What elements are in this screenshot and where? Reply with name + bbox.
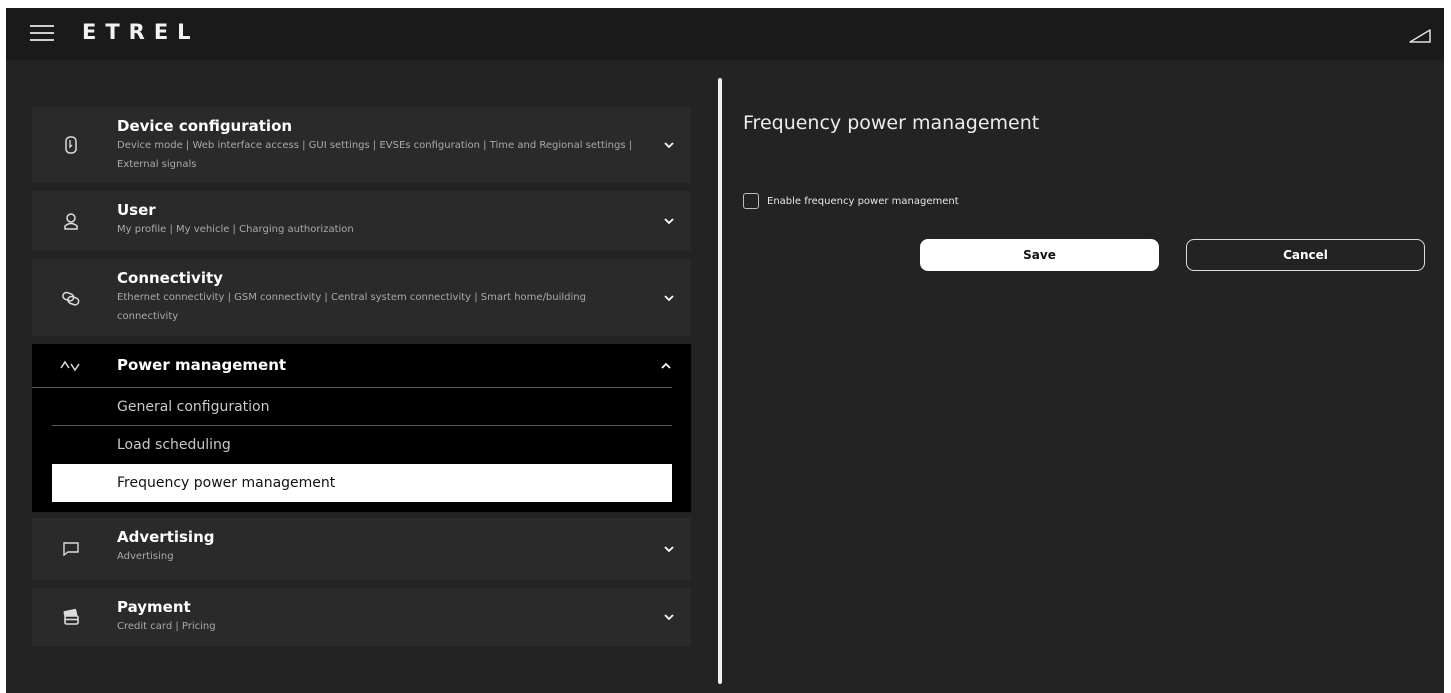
chat-bubble-icon bbox=[63, 542, 79, 557]
section-advertising[interactable]: Advertising Advertising bbox=[32, 518, 691, 580]
chevron-down-icon[interactable] bbox=[663, 215, 675, 227]
checkbox-label: Enable frequency power management bbox=[767, 195, 959, 207]
link-icon bbox=[62, 291, 80, 306]
enable-frequency-checkbox-row[interactable]: Enable frequency power management bbox=[743, 193, 959, 209]
section-payment[interactable]: Payment Credit card | Pricing bbox=[32, 588, 691, 646]
section-subtitle: Ethernet connectivity | GSM connectivity… bbox=[117, 292, 586, 322]
power-wave-icon bbox=[60, 360, 80, 371]
section-device-configuration[interactable]: Device configuration Device mode | Web i… bbox=[32, 107, 691, 183]
chevron-up-icon[interactable] bbox=[660, 360, 672, 372]
section-connectivity[interactable]: Connectivity Ethernet connectivity | GSM… bbox=[32, 259, 691, 336]
section-title: User bbox=[117, 201, 156, 219]
menu-item-general-configuration[interactable]: General configuration bbox=[52, 388, 672, 426]
chevron-down-icon[interactable] bbox=[663, 611, 675, 623]
page-title: Frequency power management bbox=[743, 112, 1040, 134]
device-icon bbox=[65, 136, 77, 154]
section-title: Advertising bbox=[117, 528, 215, 546]
panel-divider bbox=[718, 78, 722, 684]
user-icon bbox=[64, 213, 78, 230]
cancel-button[interactable]: Cancel bbox=[1186, 239, 1425, 271]
payment-card-icon bbox=[63, 608, 79, 625]
menu-item-load-scheduling[interactable]: Load scheduling bbox=[52, 426, 672, 464]
section-subtitle: Advertising bbox=[117, 551, 174, 562]
menu-item-frequency-power-management[interactable]: Frequency power management bbox=[52, 464, 672, 502]
section-title: Power management bbox=[117, 356, 287, 374]
section-user[interactable]: User My profile | My vehicle | Charging … bbox=[32, 191, 691, 251]
section-subtitle: Device mode | Web interface access | GUI… bbox=[117, 140, 633, 170]
section-subtitle: Credit card | Pricing bbox=[117, 621, 216, 632]
logo: ETREL bbox=[82, 20, 200, 44]
section-power-management[interactable]: Power management General configuration L… bbox=[32, 344, 691, 512]
signal-strength-icon bbox=[1409, 29, 1431, 43]
chevron-down-icon[interactable] bbox=[663, 543, 675, 555]
section-title: Payment bbox=[117, 598, 191, 616]
chevron-down-icon[interactable] bbox=[663, 292, 675, 304]
section-title: Connectivity bbox=[117, 269, 223, 287]
app-window: ETREL Device configuration Device mode |… bbox=[6, 8, 1444, 693]
save-button[interactable]: Save bbox=[920, 239, 1159, 271]
chevron-down-icon[interactable] bbox=[663, 139, 675, 151]
section-title: Device configuration bbox=[117, 117, 293, 135]
enable-frequency-checkbox[interactable] bbox=[743, 193, 759, 209]
section-subtitle: My profile | My vehicle | Charging autho… bbox=[117, 224, 354, 235]
hamburger-menu-icon[interactable] bbox=[30, 23, 54, 43]
settings-menu: Device configuration Device mode | Web i… bbox=[32, 107, 691, 654]
top-bar: ETREL bbox=[6, 8, 1444, 60]
